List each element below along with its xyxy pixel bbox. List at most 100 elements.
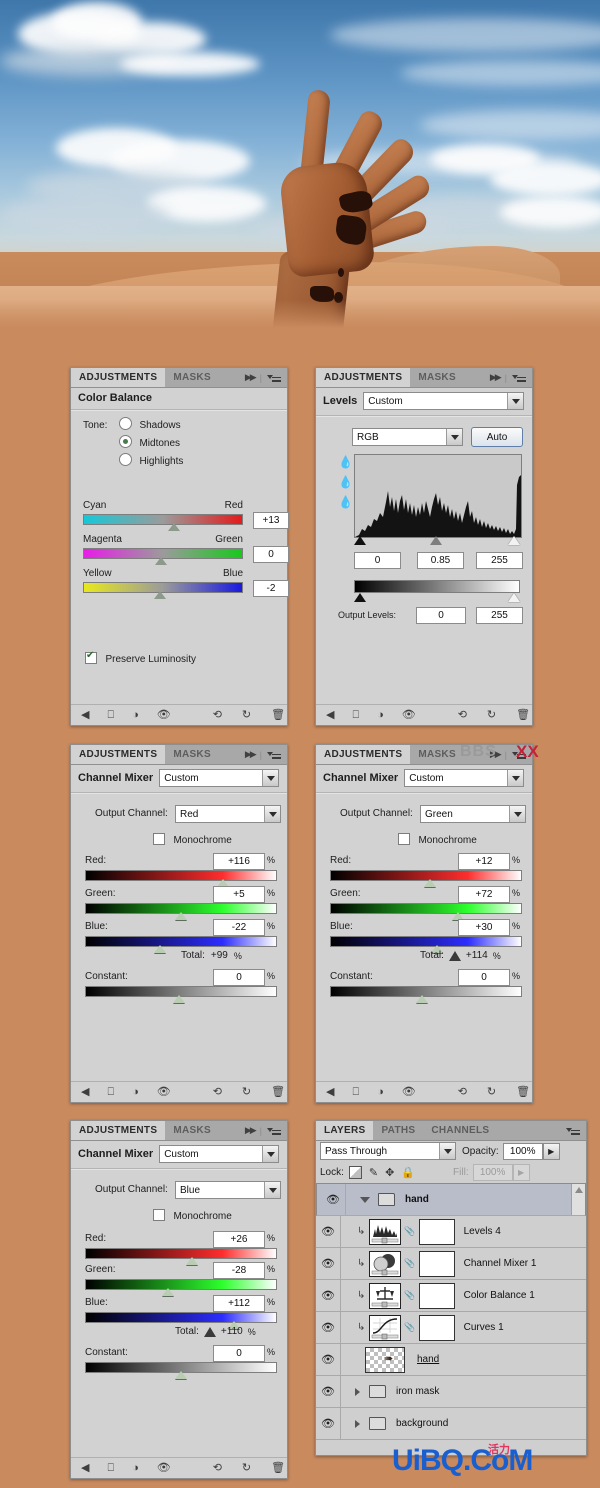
reset-icon[interactable]: ⟲ [213, 709, 222, 721]
chevron-down-icon[interactable] [507, 770, 523, 786]
view-previous-icon[interactable]: ◑ [132, 709, 139, 721]
gamma-input-handle[interactable] [430, 536, 442, 545]
back-icon[interactable]: ◀ [326, 1086, 334, 1098]
tab-adjustments[interactable]: ADJUSTMENTS [316, 368, 411, 387]
mixer-blue-track[interactable] [85, 1312, 277, 1329]
blend-mode-select[interactable]: Pass Through [320, 1142, 456, 1160]
monochrome-row[interactable]: Monochrome [153, 830, 232, 848]
layer-visibility-eye-icon[interactable]: 👁 [316, 1216, 341, 1247]
lock-transparency-icon[interactable] [348, 1165, 362, 1179]
constant-track[interactable] [85, 986, 277, 1003]
mixer-green-value[interactable]: +5 [213, 886, 265, 903]
channel-mixer-icon[interactable] [369, 1250, 402, 1277]
value-cyan-red[interactable]: +13 [253, 512, 289, 529]
mixer-preset-select[interactable]: Custom [404, 769, 524, 787]
toggle-visibility-icon[interactable]: 👁 [157, 709, 171, 721]
delete-icon[interactable]: 🗑 [516, 1086, 530, 1098]
constant-value[interactable]: 0 [458, 969, 510, 986]
back-icon[interactable]: ◀ [81, 1462, 89, 1474]
reset-icon[interactable]: ⟲ [458, 709, 467, 721]
constant-track[interactable] [85, 1362, 277, 1379]
layer-row-color-balance-1[interactable]: 👁 ↳ 📎 Color Balance 1 [316, 1280, 586, 1312]
mixer-blue-value[interactable]: +30 [458, 919, 510, 936]
toggle-visibility-icon[interactable]: 👁 [402, 709, 416, 721]
lock-all-padlock-icon[interactable]: 🔒 [401, 1166, 415, 1179]
gray-point-eyedropper-icon[interactable]: 💧 [338, 475, 353, 489]
mixer-red-track[interactable] [85, 1248, 277, 1265]
slider-knob[interactable] [175, 912, 187, 920]
panel-menu-icon[interactable] [267, 749, 281, 760]
layer-mask-link-icon[interactable]: 📎 [404, 1258, 415, 1269]
layer-visibility-eye-icon[interactable]: 👁 [321, 1184, 346, 1215]
tone-option-midtones[interactable]: Midtones [119, 433, 180, 451]
chevron-down-icon[interactable] [509, 806, 525, 822]
mixer-green-track[interactable] [330, 903, 522, 920]
output-channel-select[interactable]: Green [420, 805, 526, 823]
preserve-luminosity-row[interactable]: Preserve Luminosity [85, 649, 196, 667]
tab-paths[interactable]: PATHS [373, 1121, 423, 1140]
tab-masks[interactable]: MASKS [410, 368, 464, 387]
color-balance-icon[interactable] [369, 1282, 402, 1309]
mixer-red-value[interactable]: +12 [458, 853, 510, 870]
radio-shadows[interactable] [119, 417, 132, 431]
constant-value[interactable]: 0 [213, 1345, 265, 1362]
chevron-down-icon[interactable] [507, 393, 523, 409]
slider-knob[interactable] [168, 523, 181, 531]
tab-masks[interactable]: MASKS [410, 745, 464, 764]
levels-preset-select[interactable]: Custom [363, 392, 524, 410]
mixer-blue-value[interactable]: +112 [213, 1295, 265, 1312]
constant-track[interactable] [330, 986, 522, 1003]
layer-visibility-eye-icon[interactable]: 👁 [316, 1408, 341, 1439]
reset-icon[interactable]: ⟲ [213, 1086, 222, 1098]
layer-row-hand-pixel[interactable]: 👁 ➠ hand [316, 1344, 586, 1376]
clip-to-layer-icon[interactable]: ⎕ [107, 1462, 114, 1474]
view-previous-icon[interactable]: ◑ [377, 1086, 384, 1098]
output-channel-select[interactable]: Red [175, 805, 281, 823]
preserve-luminosity-checkbox[interactable] [85, 650, 97, 664]
monochrome-checkbox[interactable] [153, 1208, 165, 1221]
input-black-field[interactable]: 0 [354, 552, 401, 569]
back-icon[interactable]: ◀ [326, 709, 334, 721]
layer-visibility-eye-icon[interactable]: 👁 [316, 1280, 341, 1311]
input-gamma-field[interactable]: 0.85 [417, 552, 464, 569]
view-previous-icon[interactable]: ◑ [377, 709, 384, 721]
chevron-down-icon[interactable] [262, 1146, 278, 1162]
panel-menu-icon[interactable] [267, 1125, 281, 1136]
delete-icon[interactable]: 🗑 [271, 1462, 285, 1474]
tab-masks[interactable]: MASKS [165, 368, 219, 387]
panel-menu-icon[interactable] [512, 749, 526, 760]
lock-image-brush-icon[interactable]: ✎ [369, 1166, 378, 1179]
auto-button[interactable]: Auto [471, 427, 523, 447]
radio-midtones[interactable] [119, 435, 132, 449]
layer-row-background[interactable]: 👁 background [316, 1408, 586, 1440]
value-magenta-green[interactable]: 0 [253, 546, 289, 563]
output-white-field[interactable]: 255 [476, 607, 523, 624]
slider-knob[interactable] [173, 995, 186, 1003]
back-icon[interactable]: ◀ [81, 709, 89, 721]
slider-knob[interactable] [161, 1288, 174, 1296]
lock-position-move-icon[interactable]: ✥ [385, 1166, 394, 1179]
white-input-handle[interactable] [508, 536, 520, 545]
layer-row-iron-mask[interactable]: 👁 iron mask [316, 1376, 586, 1408]
scroll-up-icon[interactable] [574, 1187, 583, 1193]
slider-track[interactable] [83, 548, 243, 565]
back-icon[interactable]: ◀ [81, 1086, 89, 1098]
undo-icon[interactable]: ↻ [242, 1086, 251, 1098]
slider-knob[interactable] [153, 591, 166, 599]
layer-row-levels-4[interactable]: 👁 ↳ 📎 Levels 4 [316, 1216, 586, 1248]
mixer-blue-value[interactable]: -22 [213, 919, 265, 936]
mixer-green-value[interactable]: -28 [213, 1262, 265, 1279]
tab-channels[interactable]: CHANNELS [423, 1121, 497, 1140]
delete-icon[interactable]: 🗑 [271, 1086, 285, 1098]
reset-icon[interactable]: ⟲ [213, 1462, 222, 1474]
monochrome-row[interactable]: Monochrome [398, 830, 477, 848]
group-twisty-closed-icon[interactable] [355, 1387, 360, 1396]
view-previous-icon[interactable]: ◑ [132, 1462, 139, 1474]
panel-menu-icon[interactable] [267, 372, 281, 383]
white-point-eyedropper-icon[interactable]: 💧 [338, 495, 353, 509]
levels-channel-select[interactable]: RGB [352, 428, 463, 446]
tab-adjustments[interactable]: ADJUSTMENTS [71, 368, 166, 387]
layer-mask-link-icon[interactable]: 📎 [404, 1226, 415, 1237]
clip-to-layer-icon[interactable]: ⎕ [107, 1086, 114, 1098]
toggle-visibility-icon[interactable]: 👁 [157, 1086, 171, 1098]
